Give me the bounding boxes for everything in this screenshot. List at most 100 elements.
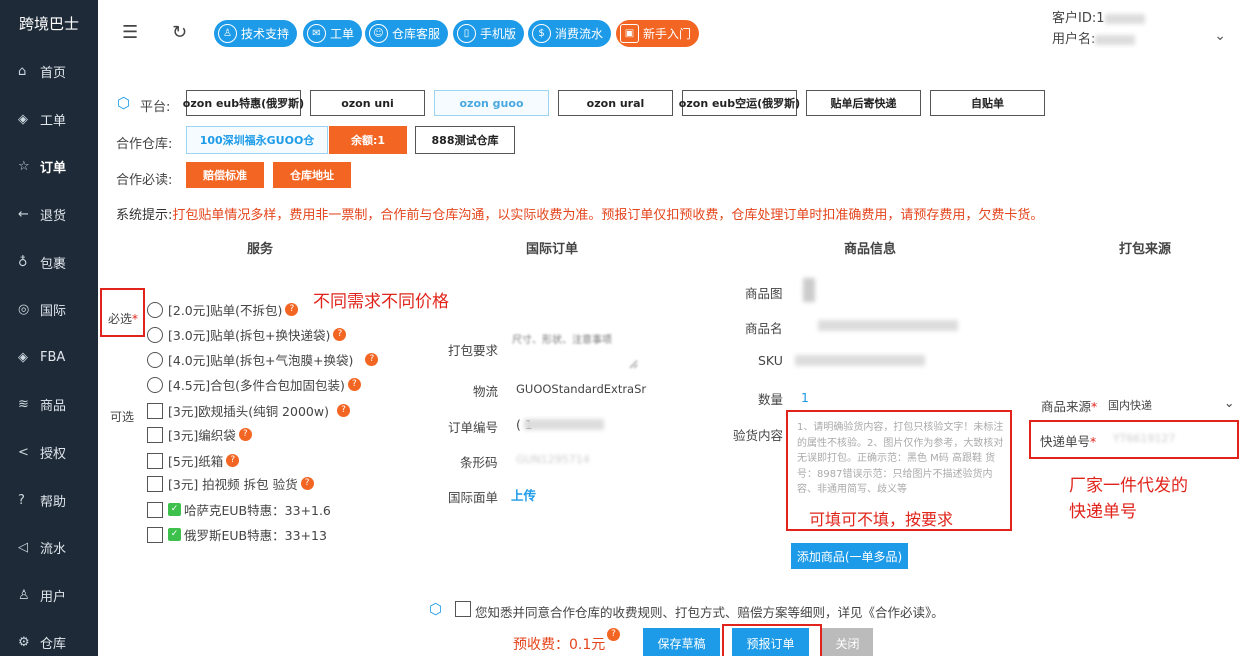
hexagon-icon: ⬡ [117,94,131,112]
chevron-down-icon[interactable]: ⌄ [1214,28,1226,44]
hexagon-icon: ⬡ [429,600,443,618]
inspect-label: 验货内容 [733,428,784,443]
sidebar-item[interactable]: ♁ 包裹 [0,238,98,286]
brand-logo: 跨境巴士 [18,15,79,33]
tracking-input[interactable]: YT6619127 [1113,432,1175,445]
radio-button[interactable] [147,376,163,393]
warehouse-address-button[interactable]: 仓库地址 [273,162,351,188]
help-icon[interactable]: ? [300,477,314,490]
agree-checkbox[interactable] [455,601,471,617]
help-icon[interactable]: ? [333,328,347,341]
checkbox[interactable] [147,475,163,492]
topbar-button-label: 技术支持 [241,27,290,41]
sidebar-item-label: 首页 [40,66,67,82]
sidebar-item[interactable]: ⚙ 仓库 [0,619,98,656]
help-icon[interactable]: ? [238,428,252,441]
radio-button[interactable] [147,351,163,368]
warehouse-option[interactable]: 888测试仓库 [415,126,515,154]
pack-req-label: 打包要求 [448,343,499,358]
service-option[interactable]: [3元]编织袋? [147,425,252,444]
topbar-button[interactable]: $ 消费流水 [528,20,612,47]
topbar-button[interactable]: ▣ 新手入门 [616,20,700,47]
sidebar-item[interactable]: ≋ 商品 [0,381,98,429]
sidebar-item[interactable]: ◈ FBA [0,334,98,382]
goods-source-select[interactable]: 国内快递 [1108,397,1152,413]
service-option[interactable]: ✓ 哈萨克EUB特惠：33+1.6 [147,500,331,519]
sidebar-item-label: 商品 [40,399,67,415]
checkbox[interactable] [147,452,163,469]
help-icon[interactable]: ? [607,628,620,641]
help-icon[interactable]: ? [336,404,350,417]
service-option[interactable]: [3元]欧规插头(纯铜 2000w)? [147,401,350,420]
sidebar-item[interactable]: ◎ 国际 [0,286,98,334]
pack-req-input[interactable] [512,331,638,369]
platform-option[interactable]: 自贴单 [930,90,1045,116]
platform-label: 平台: [140,100,171,115]
close-button[interactable]: 关闭 [822,628,873,656]
service-option[interactable]: [4.0元]贴单(拆包+气泡膜+换袋)? [147,350,379,369]
upload-link[interactable]: 上传 [511,485,536,504]
topbar: ☰ ↻ ♙ 技术支持 ✉ 工单 ☺ 仓库客服 ▯ 手机版 $ 消费流水 ▣ 新手入门 客户ID:1 用… [98,0,1242,70]
platform-option[interactable]: ozon guoo [434,90,549,116]
service-option[interactable]: [5元]纸箱? [147,451,240,470]
sidebar-item-label: FBA [40,349,66,365]
checkbox[interactable] [147,501,163,518]
service-option[interactable]: ✓ 俄罗斯EUB特惠：33+13 [147,525,327,544]
compensation-button[interactable]: 赔偿标准 [186,162,264,188]
checkbox[interactable] [147,526,163,543]
service-option[interactable]: [3.0元]贴单(拆包+换快递袋)? [147,325,347,344]
platform-option[interactable]: ozon uni [310,90,425,116]
save-draft-button[interactable]: 保存草稿 [643,628,720,656]
topbar-button[interactable]: ☺ 仓库客服 [365,20,449,47]
topbar-button-label: 仓库客服 [392,27,441,41]
goods-image [803,278,815,302]
warehouse-selected[interactable]: 100深圳福永GUOO仓 [186,126,328,154]
sidebar-item[interactable]: ⌂ 首页 [0,48,98,96]
checkbox[interactable] [147,426,163,443]
menu-toggle-icon[interactable]: ☰ [122,22,138,43]
sidebar-item[interactable]: ☆ 订单 [0,143,98,191]
select-chevron-icon[interactable]: ⌄ [1224,395,1234,410]
topbar-button[interactable]: ▯ 手机版 [453,20,525,47]
order-no-label: 订单编号 [448,420,499,435]
topbar-button-icon: ♙ [218,24,237,43]
qty-value[interactable]: 1 [801,390,809,405]
sidebar-item-label: 工单 [40,113,67,129]
sidebar-item-label: 退货 [40,209,67,225]
platform-option[interactable]: ozon eub特惠(俄罗斯) [183,90,304,116]
add-goods-button[interactable]: 添加商品(一单多品) [791,543,908,569]
topbar-button-icon: $ [532,24,551,43]
sidebar-item[interactable]: ? 帮助 [0,476,98,524]
topbar-button[interactable]: ♙ 技术支持 [214,20,298,47]
sidebar-item[interactable]: < 授权 [0,429,98,477]
required-label: 必选* [108,312,139,326]
inspect-textarea[interactable]: 1、请明确验货内容，打包只核验文字！未标注的属性不核验。2、图片仅作为参考，大致… [797,420,1005,498]
topbar-button-label: 消费流水 [555,27,604,41]
sidebar-item[interactable]: ◈ 工单 [0,96,98,144]
refresh-icon[interactable]: ↻ [172,22,187,43]
sidebar-item[interactable]: ◁ 流水 [0,524,98,572]
service-option-label: [4.5元]合包(多件合包加固包装) [168,378,345,393]
help-icon[interactable]: ? [347,378,361,391]
notice-label: 系统提示: [116,208,173,223]
sidebar-item[interactable]: ♙ 用户 [0,572,98,620]
service-option[interactable]: [2.0元]贴单(不拆包)? [147,300,299,319]
help-icon[interactable]: ? [226,454,240,467]
goods-name-blur [818,320,958,331]
sidebar-item[interactable]: ← 退货 [0,191,98,239]
service-option[interactable]: [3元] 拍视频 拆包 验货? [147,474,314,493]
topbar-button-icon: ✉ [307,24,326,43]
checkbox[interactable] [147,402,163,419]
radio-button[interactable] [147,301,163,318]
platform-option[interactable]: 贴单后寄快递 [806,90,921,116]
submit-order-button[interactable]: 预报订单 [732,628,809,656]
help-icon[interactable]: ? [285,303,299,316]
platform-option[interactable]: ozon eub空运(俄罗斯) [679,90,800,116]
help-icon[interactable]: ? [365,353,379,366]
radio-button[interactable] [147,326,163,343]
service-option[interactable]: [4.5元]合包(多件合包加固包装)? [147,375,361,394]
notice-text: 打包贴单情况多样，费用非一票制，合作前与仓库沟通，以实际收费为准。预报订单仅扣预… [172,208,1044,223]
customer-id-blur [1104,13,1145,24]
platform-option[interactable]: ozon ural [558,90,673,116]
topbar-button[interactable]: ✉ 工单 [303,20,363,47]
